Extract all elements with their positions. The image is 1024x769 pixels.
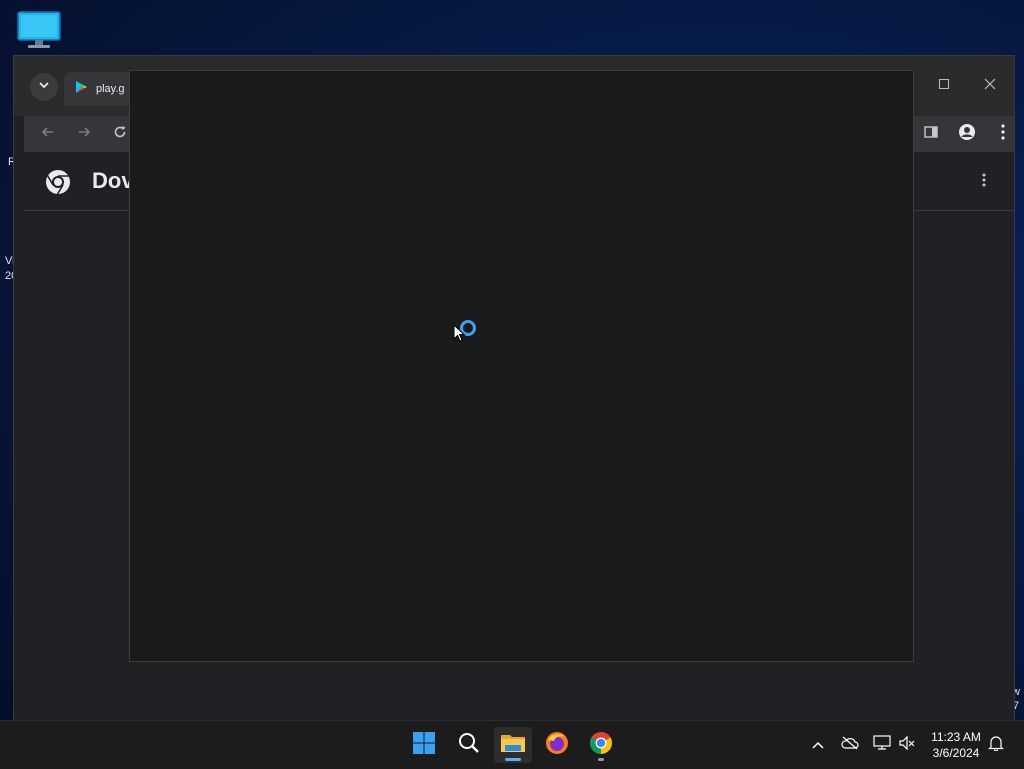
kebab-menu-icon xyxy=(982,173,986,192)
file-explorer-icon xyxy=(500,732,526,759)
file-explorer-taskbar-button[interactable] xyxy=(494,727,532,763)
firefox-icon xyxy=(545,731,569,760)
chevron-down-icon xyxy=(38,78,50,96)
back-button[interactable] xyxy=(36,122,60,146)
chevron-up-icon xyxy=(812,736,824,754)
start-button[interactable] xyxy=(405,727,443,763)
tab-title: play.g xyxy=(96,83,125,95)
back-arrow-icon xyxy=(40,124,56,145)
forward-arrow-icon xyxy=(76,124,92,145)
volume-tray-button[interactable] xyxy=(897,735,917,755)
active-app-indicator xyxy=(505,758,521,761)
running-app-indicator xyxy=(598,758,604,761)
firefox-taskbar-button[interactable] xyxy=(538,727,576,763)
this-pc-monitor-icon[interactable] xyxy=(16,10,62,50)
tab-search-button[interactable] xyxy=(30,73,58,101)
chrome-taskbar-button[interactable] xyxy=(582,727,620,763)
close-button[interactable] xyxy=(978,74,1002,98)
notification-bell-icon xyxy=(988,735,1004,756)
network-icon xyxy=(873,734,891,756)
clock-time: 11:23 AM xyxy=(931,730,981,744)
network-tray-button[interactable] xyxy=(872,734,892,756)
windows-start-icon xyxy=(412,731,436,760)
chrome-logo-icon xyxy=(44,168,72,201)
browser-menu-button[interactable] xyxy=(991,122,1015,146)
side-panel-icon xyxy=(923,124,939,145)
mouse-cursor-icon xyxy=(453,323,466,347)
notification-center-button[interactable] xyxy=(986,735,1006,755)
maximize-icon xyxy=(938,77,950,95)
close-icon xyxy=(983,77,997,96)
profile-button[interactable] xyxy=(955,122,979,146)
maximize-button[interactable] xyxy=(932,74,956,98)
taskbar-clock[interactable]: 11:23 AM 3/6/2024 xyxy=(924,729,988,761)
onedrive-icon xyxy=(841,736,859,755)
forward-button[interactable] xyxy=(72,122,96,146)
volume-muted-icon xyxy=(898,735,916,756)
search-icon xyxy=(457,731,481,760)
side-panel-button[interactable] xyxy=(919,122,943,146)
chrome-icon xyxy=(589,731,613,760)
onedrive-tray-button[interactable] xyxy=(840,735,860,755)
show-hidden-icons-button[interactable] xyxy=(808,735,828,755)
google-play-icon xyxy=(74,80,88,99)
clock-date: 3/6/2024 xyxy=(932,746,980,760)
reload-icon xyxy=(112,124,128,145)
loading-app-window[interactable] xyxy=(129,70,914,662)
profile-icon xyxy=(958,123,976,146)
taskbar: 11:23 AM 3/6/2024 xyxy=(0,720,1024,769)
kebab-menu-icon xyxy=(1001,123,1005,145)
search-button[interactable] xyxy=(450,727,488,763)
downloads-menu-button[interactable] xyxy=(974,172,994,192)
page-title: Dov xyxy=(92,168,134,193)
